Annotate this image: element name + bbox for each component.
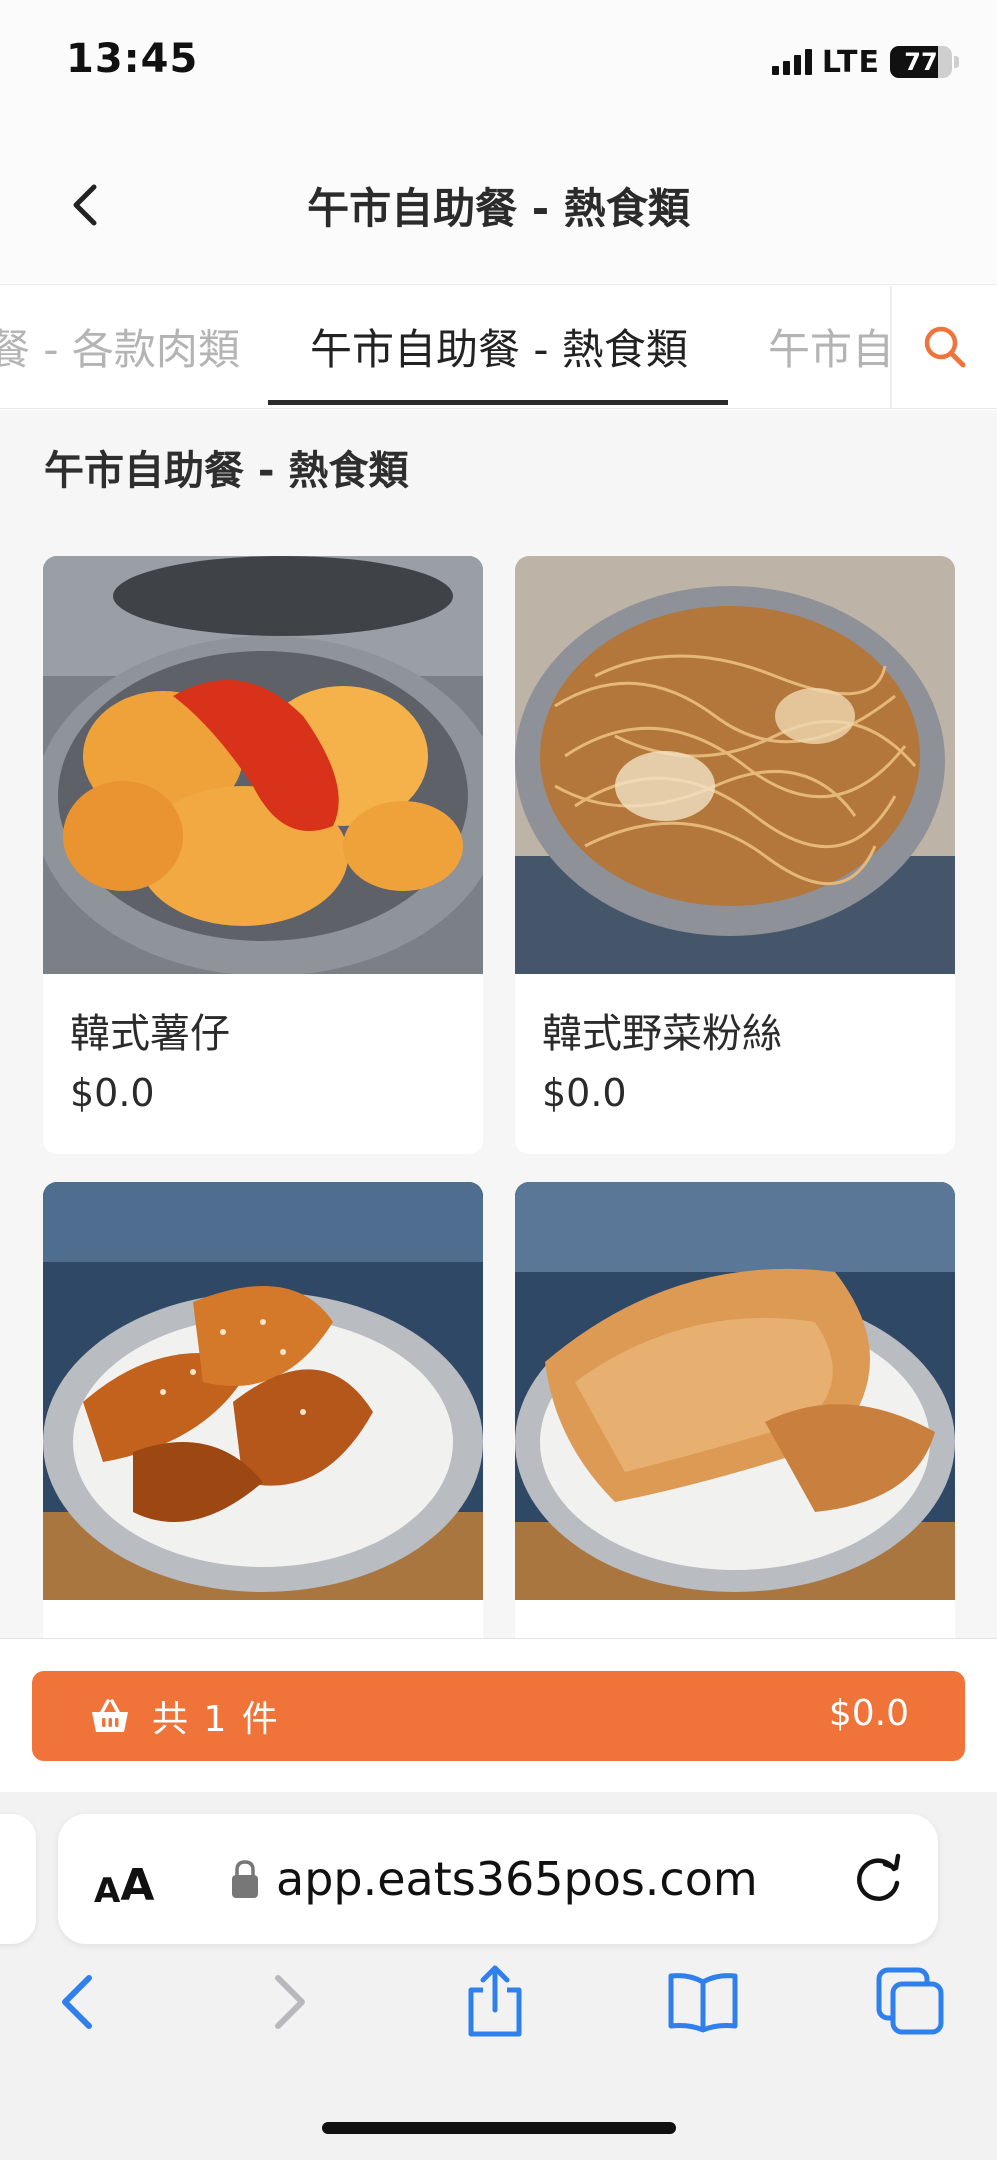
battery-icon: 77 [890,46,952,78]
cart-bar: 共 1 件 $0.0 [0,1638,997,1792]
status-bar: 13:45 LTE 77 [0,0,997,120]
tab-hot-food[interactable]: 午市自助餐 - 熱食類 [310,316,688,377]
address-bar[interactable]: AA app.eats365pos.com [58,1814,938,1944]
search-button[interactable] [890,286,997,408]
signal-icon [771,49,812,75]
potato-dish-photo [43,556,483,974]
bookmarks-button[interactable] [658,1957,748,2047]
battery-level: 77 [904,48,938,76]
previous-tab-peek[interactable] [0,1814,36,1944]
book-icon [668,1973,738,2033]
text-size-button[interactable]: AA [94,1852,154,1909]
lock-icon [232,1860,258,1898]
cart-count: 共 1 件 [152,1699,280,1740]
cart-total: $0.0 [828,1693,909,1734]
url-text: app.eats365pos.com [276,1852,758,1906]
tabs-button[interactable] [866,1957,956,2047]
network-label: LTE [821,44,880,80]
chevron-right-icon [275,1975,305,2029]
menu-item-card[interactable] [515,1182,955,1638]
page-header: 午市自助餐 - 熱食類 [0,120,997,285]
menu-item-card[interactable] [43,1182,483,1638]
basket-icon [90,1696,130,1736]
status-indicators: LTE 77 [771,44,959,80]
item-name: 韓式薯仔 [70,1011,230,1057]
category-tabs: 餐 - 各款肉類 午市自助餐 - 熱食類 午市自 [0,286,997,409]
browser-back-button[interactable] [32,1957,122,2047]
share-button[interactable] [450,1957,540,2047]
pancake-dish-photo [515,1182,955,1600]
tab-meats[interactable]: 餐 - 各款肉類 [0,316,240,377]
menu-content: 午市自助餐 - 熱食類 韓式薯仔 $0.0 韓式野菜粉絲 $0.0 [0,410,997,1638]
browser-forward-button[interactable] [245,1957,335,2047]
page-title: 午市自助餐 - 熱食類 [307,184,690,233]
share-icon [468,1965,522,2037]
section-title: 午市自助餐 - 熱食類 [44,448,409,494]
glass-noodle-dish-photo [515,556,955,974]
item-price: $0.0 [542,1071,627,1115]
browser-chrome: AA app.eats365pos.com [0,1792,997,2160]
chevron-left-icon [62,1975,92,2029]
search-icon [924,326,965,368]
active-tab-indicator [268,400,728,405]
item-price: $0.0 [70,1071,155,1115]
chicken-wing-dish-photo [43,1182,483,1600]
browser-toolbar [0,1957,997,2067]
menu-item-card[interactable]: 韓式薯仔 $0.0 [43,556,483,1154]
tabs-icon [876,1967,944,2035]
view-cart-button[interactable]: 共 1 件 $0.0 [32,1671,965,1761]
status-time: 13:45 [66,36,199,82]
reload-icon[interactable] [850,1850,908,1908]
item-name: 韓式野菜粉絲 [542,1011,782,1057]
menu-item-card[interactable]: 韓式野菜粉絲 $0.0 [515,556,955,1154]
home-indicator [322,2122,676,2134]
tab-next-category[interactable]: 午市自 [768,316,894,377]
